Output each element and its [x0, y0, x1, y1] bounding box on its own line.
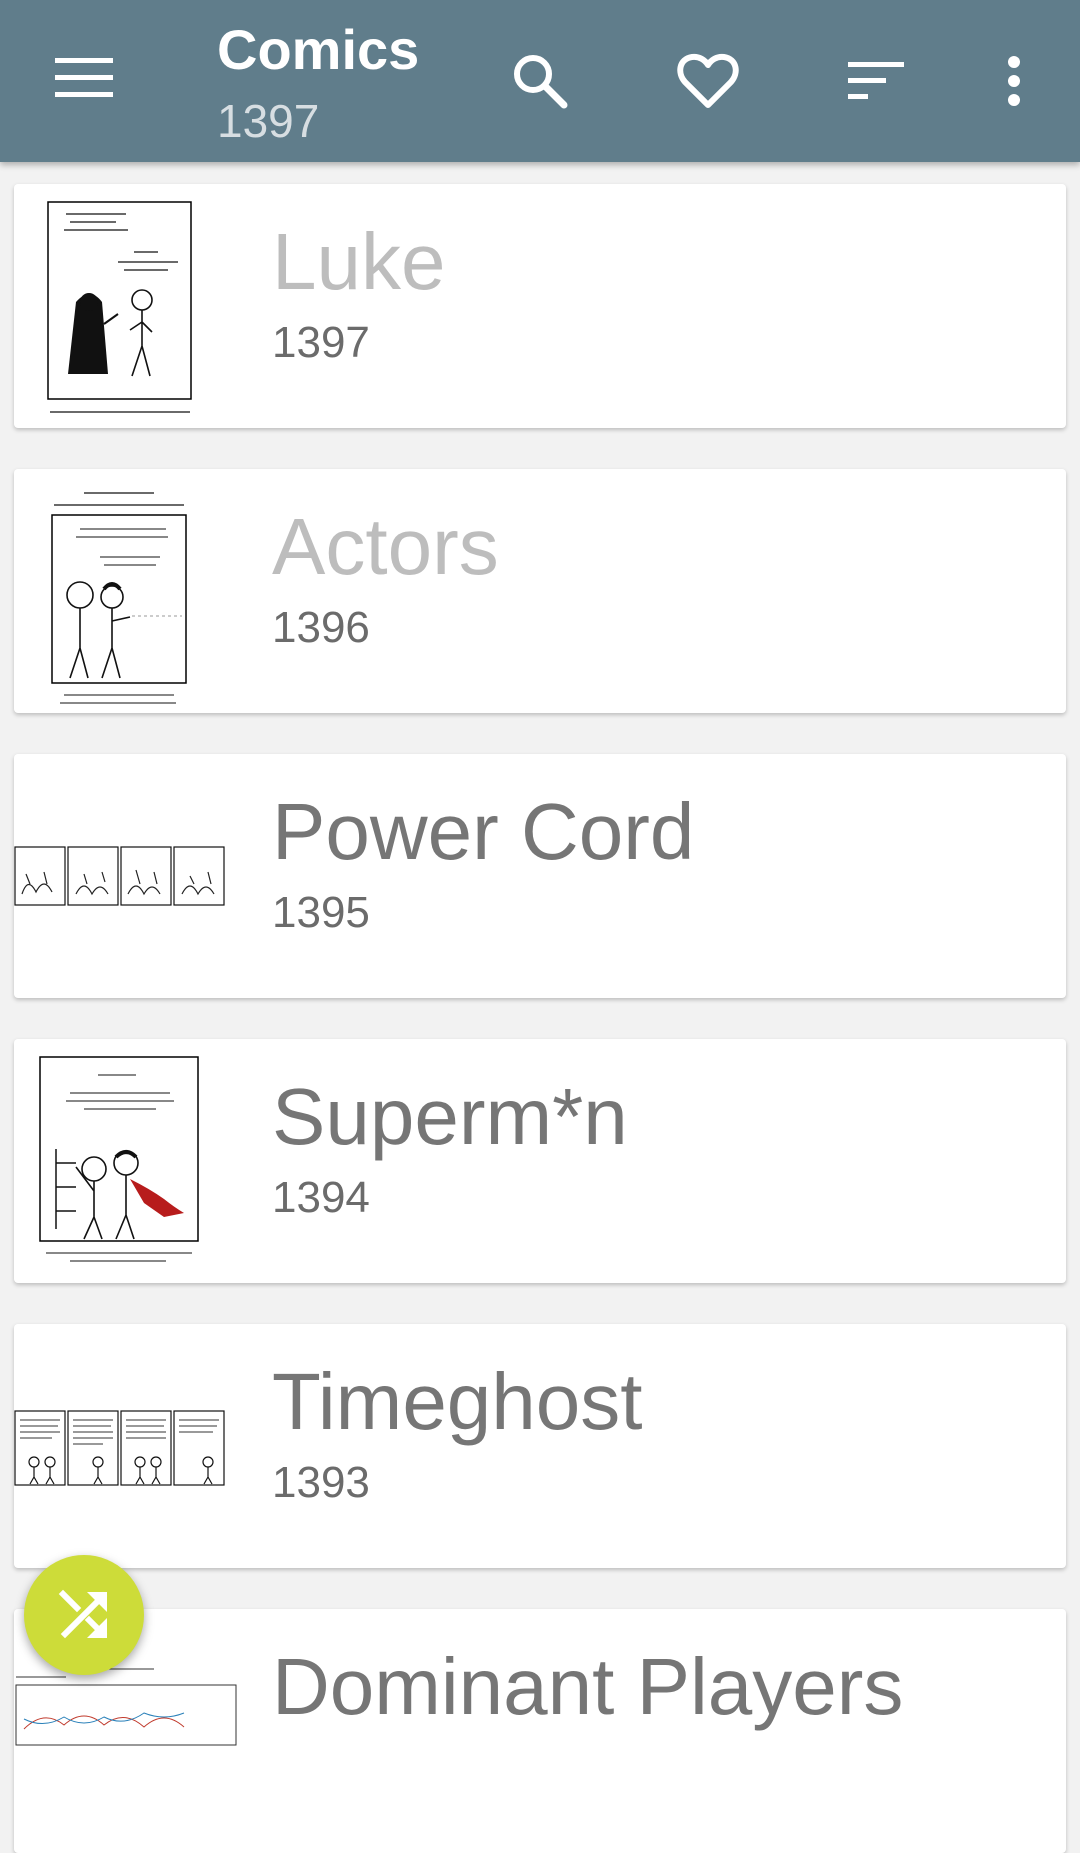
- comic-title: Power Cord: [272, 787, 695, 876]
- heart-icon: [677, 53, 739, 108]
- comic-number: 1393: [272, 1458, 370, 1507]
- search-button[interactable]: [500, 46, 580, 116]
- comic-card[interactable]: Luke 1397: [14, 184, 1066, 428]
- four-panel-comic-thumbnail: [14, 846, 225, 906]
- shuffle-fab[interactable]: [24, 1555, 144, 1675]
- comic-title: Actors: [272, 502, 499, 591]
- actors-comic-thumbnail: [51, 492, 187, 704]
- menu-icon: [55, 58, 113, 97]
- four-panel-comic-thumbnail: [14, 1410, 225, 1486]
- comic-number: 1394: [272, 1173, 370, 1222]
- comic-card[interactable]: Superm*n 1394: [14, 1039, 1066, 1283]
- search-icon: [514, 55, 568, 109]
- menu-button[interactable]: [44, 46, 124, 110]
- app-subtitle: 1397: [217, 95, 320, 147]
- comic-card[interactable]: Actors 1396: [14, 469, 1066, 713]
- sort-icon: [848, 62, 904, 99]
- app-title: Comics: [217, 18, 420, 81]
- comic-title: Dominant Players: [272, 1642, 904, 1731]
- comic-title: Superm*n: [272, 1072, 628, 1161]
- app-bar: Comics 1397: [0, 0, 1080, 162]
- comic-card[interactable]: Dominant Players: [14, 1609, 1066, 1853]
- vader-comic-thumbnail: [47, 201, 192, 413]
- superman-comic-thumbnail: [39, 1056, 199, 1262]
- comic-number: 1396: [272, 603, 370, 652]
- more-options-button[interactable]: [990, 46, 1038, 116]
- comic-card[interactable]: Power Cord 1395: [14, 754, 1066, 998]
- comic-title: Timeghost: [272, 1357, 643, 1446]
- comic-card[interactable]: Timeghost 1393: [14, 1324, 1066, 1568]
- comic-title: Luke: [272, 217, 446, 306]
- favorites-button[interactable]: [666, 46, 750, 116]
- sort-button[interactable]: [836, 46, 916, 116]
- comic-number: 1397: [272, 318, 370, 367]
- comic-number: 1395: [272, 888, 370, 937]
- more-vert-icon: [1008, 56, 1020, 106]
- shuffle-icon: [58, 1589, 108, 1639]
